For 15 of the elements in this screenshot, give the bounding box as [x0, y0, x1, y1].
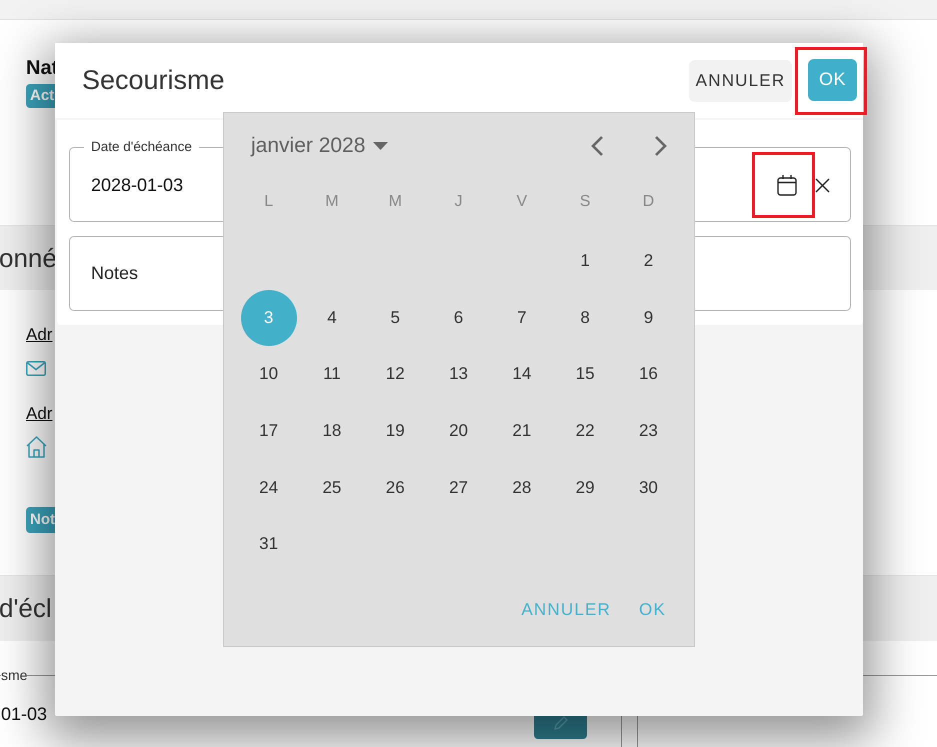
weekday-label: M: [388, 193, 402, 211]
section-title: d'écl: [0, 593, 52, 624]
section-title: onné: [0, 242, 57, 274]
field-label: Notes: [91, 263, 138, 284]
weekday-label: S: [580, 193, 590, 211]
field-label: sme: [1, 667, 28, 683]
field-value: 2028-01-03: [91, 174, 184, 196]
weekday-label: D: [642, 193, 654, 211]
weekday-label: M: [325, 193, 339, 211]
field-value: 01-03: [1, 704, 48, 724]
weekday-label: L: [264, 193, 274, 211]
weekday-label: V: [516, 193, 528, 211]
weekday-label: J: [454, 193, 463, 211]
field-label: Date d'échéance: [90, 139, 193, 155]
dialog-title: Secourisme: [82, 65, 225, 96]
